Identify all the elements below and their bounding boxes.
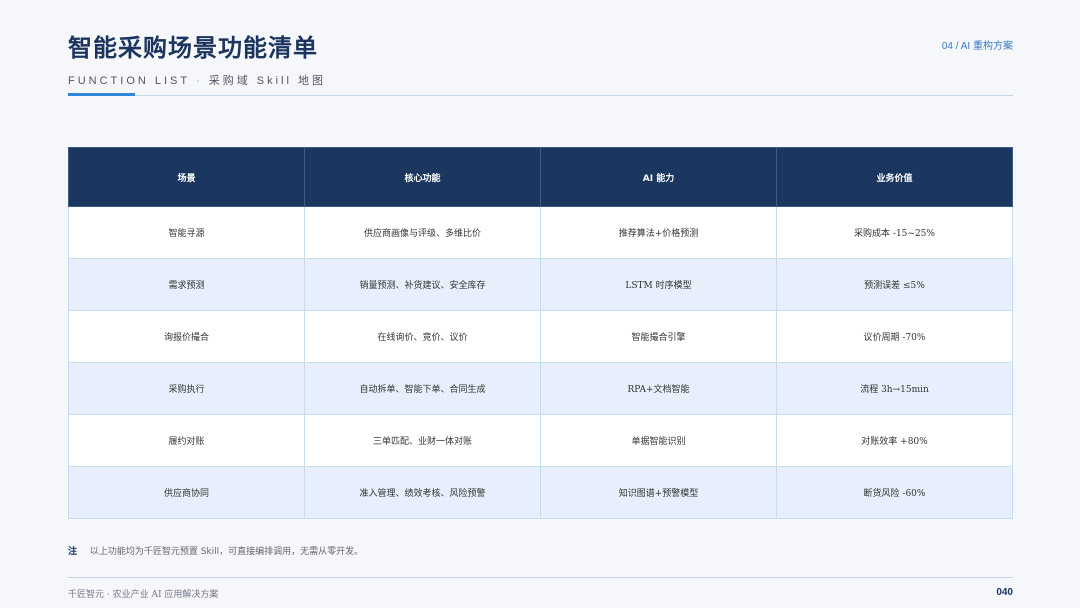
table-cell: 采购成本 -15~25%: [776, 206, 1013, 259]
table-cell: 履约对账: [68, 414, 305, 467]
table-row: 采购执行 自动拆单、智能下单、合同生成 RPA+文档智能 流程 3h→15min: [68, 362, 1013, 415]
column-header-business-value: 业务价值: [776, 147, 1013, 207]
table-cell: RPA+文档智能: [540, 362, 777, 415]
table-cell: 智能撮合引擎: [540, 310, 777, 363]
table-row: 智能寻源 供应商画像与评级、多维比价 推荐算法+价格预测 采购成本 -15~25…: [68, 206, 1013, 259]
subtitle-separator: ·: [195, 75, 203, 87]
table-cell: 对账效率 +80%: [776, 414, 1013, 467]
table-cell: 需求预测: [68, 258, 305, 311]
subtitle: FUNCTION LIST · 采购域 Skill 地图: [68, 72, 326, 88]
column-header-ai-capability: AI 能力: [540, 147, 777, 207]
footnote: 注 以上功能均为千匠智元预置 Skill，可直接编排调用，无需从零开发。: [68, 544, 363, 557]
section-tag: 04 / AI 重构方案: [941, 41, 1013, 52]
page-title: 智能采购场景功能清单: [68, 34, 318, 62]
table-row: 供应商协同 准入管理、绩效考核、风险预警 知识图谱+预警模型 断货风险 -60%: [68, 466, 1013, 519]
column-header-scenario: 场景: [68, 147, 305, 207]
table-cell: 知识图谱+预警模型: [540, 466, 777, 519]
page-number: 040: [996, 587, 1013, 598]
table-row: 询报价撮合 在线询价、竞价、议价 智能撮合引擎 议价周期 -70%: [68, 310, 1013, 363]
header-divider: [135, 95, 1013, 96]
table-cell: 智能寻源: [68, 206, 305, 259]
table-cell: 三单匹配、业财一体对账: [304, 414, 541, 467]
table-row: 履约对账 三单匹配、业财一体对账 单据智能识别 对账效率 +80%: [68, 414, 1013, 467]
footer-divider: [68, 577, 1013, 578]
table-cell: LSTM 时序模型: [540, 258, 777, 311]
function-table: 场景 核心功能 AI 能力 业务价值 智能寻源 供应商画像与评级、多维比价 推荐…: [68, 147, 1013, 519]
table-header-row: 场景 核心功能 AI 能力 业务价值: [68, 147, 1013, 207]
table-cell: 自动拆单、智能下单、合同生成: [304, 362, 541, 415]
table-cell: 推荐算法+价格预测: [540, 206, 777, 259]
table-row: 需求预测 销量预测、补货建议、安全库存 LSTM 时序模型 预测误差 ≤5%: [68, 258, 1013, 311]
table-cell: 流程 3h→15min: [776, 362, 1013, 415]
footnote-text: 以上功能均为千匠智元预置 Skill，可直接编排调用，无需从零开发。: [89, 547, 364, 557]
table-cell: 销量预测、补货建议、安全库存: [304, 258, 541, 311]
accent-bar: [68, 93, 135, 96]
table-cell: 供应商协同: [68, 466, 305, 519]
footnote-label: 注: [68, 547, 78, 557]
table-cell: 议价周期 -70%: [776, 310, 1013, 363]
table-cell: 采购执行: [68, 362, 305, 415]
subtitle-cn: 采购域 Skill 地图: [208, 75, 326, 87]
table-cell: 询报价撮合: [68, 310, 305, 363]
table-cell: 准入管理、绩效考核、风险预警: [304, 466, 541, 519]
table-cell: 断货风险 -60%: [776, 466, 1013, 519]
table-cell: 供应商画像与评级、多维比价: [304, 206, 541, 259]
table-cell: 预测误差 ≤5%: [776, 258, 1013, 311]
table-cell: 单据智能识别: [540, 414, 777, 467]
footer-company: 千匠智元 · 农业产业 AI 应用解决方案: [68, 590, 219, 600]
column-header-core-function: 核心功能: [304, 147, 541, 207]
subtitle-en: FUNCTION LIST: [68, 75, 190, 87]
table-cell: 在线询价、竞价、议价: [304, 310, 541, 363]
